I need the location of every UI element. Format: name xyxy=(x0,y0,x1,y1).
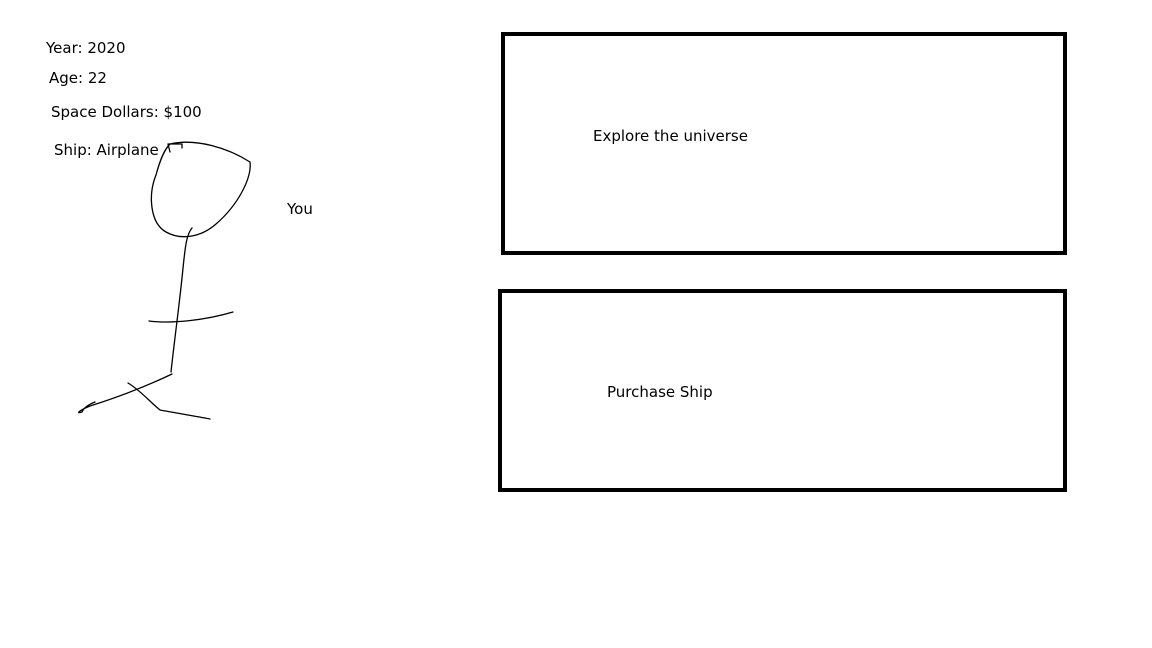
figure-hat xyxy=(167,143,183,153)
ship-stat: Ship: Airplane xyxy=(54,141,159,159)
age-stat: Age: 22 xyxy=(49,69,107,87)
purchase-ship-button[interactable]: Purchase Ship xyxy=(498,289,1067,492)
figure-right-leg xyxy=(127,382,211,420)
figure-head xyxy=(150,141,251,238)
explore-universe-button[interactable]: Explore the universe xyxy=(501,32,1067,255)
figure-body xyxy=(170,227,193,373)
stick-figure-icon xyxy=(78,141,251,420)
figure-arms xyxy=(148,311,234,323)
space-dollars-stat: Space Dollars: $100 xyxy=(51,103,202,121)
purchase-ship-label: Purchase Ship xyxy=(607,383,713,401)
year-stat: Year: 2020 xyxy=(46,39,126,57)
explore-universe-label: Explore the universe xyxy=(593,127,748,145)
figure-left-leg xyxy=(78,373,173,414)
player-label: You xyxy=(287,200,313,218)
